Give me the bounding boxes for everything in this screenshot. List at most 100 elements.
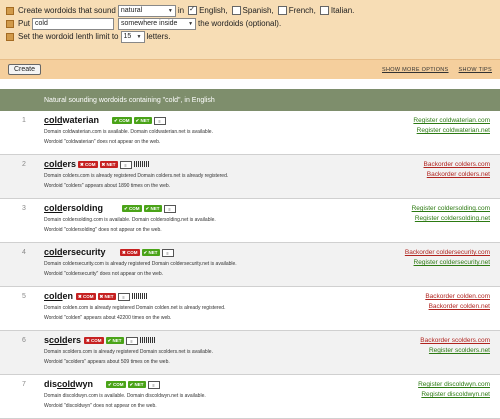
popularity-bars-icon	[131, 293, 147, 299]
net-action-link[interactable]: Register coldersolding.net	[412, 214, 490, 224]
create-button[interactable]: Create	[8, 64, 42, 75]
action-bar: Create SHOW MORE OPTIONS SHOW TIPS	[0, 59, 500, 79]
net-badge: ✔ NET	[141, 249, 160, 256]
net-action-link[interactable]: Register coldwaterian.net	[413, 126, 490, 136]
action-links: Backorder colden.com Backorder colden.net	[425, 292, 490, 312]
result-number: 3	[22, 205, 26, 212]
page-icon: ≡	[119, 161, 132, 169]
result-item: 6 scolders ✖ COM ✔ NET ≡ Domain scolders.com …	[0, 331, 500, 375]
domain-status: Domain scolders.com is already registere…	[44, 349, 213, 355]
net-badge: ✔ NET	[133, 117, 152, 124]
com-badge: ✖ COM	[76, 293, 96, 300]
result-word[interactable]: colders	[44, 159, 76, 169]
web-appearance: Wordoid "coldwaterian" does not appear o…	[44, 139, 161, 145]
row1-prefix: Create wordoids that sound	[18, 6, 116, 15]
com-badge: ✔ COM	[122, 205, 142, 212]
result-number: 1	[22, 117, 26, 124]
action-links: Backorder coldersecurity.com Register col…	[405, 248, 490, 268]
italian-checkbox[interactable]	[319, 6, 329, 15]
net-action-link[interactable]: Register discoldwyn.net	[418, 390, 490, 400]
row2-prefix: Put	[18, 19, 31, 28]
length-select[interactable]: 15 ▼	[120, 30, 145, 43]
word-input[interactable]: cold	[32, 17, 115, 30]
com-action-link[interactable]: Register coldwaterian.com	[413, 116, 490, 126]
action-links: Register coldersolding.com Register colde…	[412, 204, 490, 224]
page-icon: ≡	[163, 205, 176, 213]
result-word[interactable]: colden	[44, 291, 73, 301]
length-row: Set the wordoid lenth limit to 15 ▼ lette…	[6, 30, 494, 43]
page-icon: ≡	[125, 337, 138, 345]
web-appearance: Wordoid "discoldwyn" does not appear on …	[44, 403, 157, 409]
french-label: French,	[288, 6, 316, 15]
web-appearance: Wordoid "coldersolding" does not appear …	[44, 227, 162, 233]
options-panel: Create wordoids that sound natural▼ in E…	[0, 0, 500, 79]
com-action-link[interactable]: Backorder colders.com	[424, 160, 490, 170]
web-appearance: Wordoid "scolders" appears about 509 tim…	[44, 359, 170, 365]
italian-label: Italian.	[330, 6, 355, 15]
com-badge: ✖ COM	[84, 337, 104, 344]
net-action-link[interactable]: Register coldersecurity.net	[405, 258, 490, 268]
action-links: Register coldwaterian.com Register coldwa…	[413, 116, 490, 136]
french-checkbox[interactable]	[277, 6, 287, 15]
domain-status: Domain discoldwyn.com is available. Doma…	[44, 393, 206, 399]
result-number: 5	[22, 293, 26, 300]
result-item: 2 colders ✖ COM ✖ NET ≡ Domain colders.com is…	[0, 155, 500, 199]
net-action-link[interactable]: Register scolders.net	[420, 346, 490, 356]
domain-badges: ✔ COM ✔ NET ≡	[112, 117, 166, 125]
domain-badges: ✔ COM ✔ NET ≡	[122, 205, 176, 213]
result-word[interactable]: coldersecurity	[44, 247, 106, 257]
web-appearance: Wordoid "coldersecurity" does not appear…	[44, 271, 164, 277]
english-label: English,	[199, 6, 228, 15]
english-checkbox[interactable]	[188, 6, 198, 15]
domain-status: Domain colden.com is already registered …	[44, 305, 226, 311]
com-action-link[interactable]: Backorder scolders.com	[420, 336, 490, 346]
result-word[interactable]: scolders	[44, 335, 81, 345]
sound-row: Create wordoids that sound natural▼ in E…	[6, 4, 494, 17]
row3-prefix: Set the wordoid lenth limit to	[18, 32, 119, 41]
domain-badges: ✖ COM ✖ NET ≡	[78, 161, 149, 169]
com-action-link[interactable]: Register coldersolding.com	[412, 204, 490, 214]
show-more-options-link[interactable]: SHOW MORE OPTIONS	[382, 67, 449, 73]
action-links: Register discoldwyn.com Register discoldw…	[418, 380, 490, 400]
position-select[interactable]: somewhere inside ▼	[118, 17, 197, 30]
domain-badges: ✖ COM ✖ NET ≡	[76, 293, 147, 301]
com-action-link[interactable]: Backorder coldersecurity.com	[405, 248, 490, 258]
net-action-link[interactable]: Backorder colden.net	[425, 302, 490, 312]
net-badge: ✔ NET	[127, 381, 146, 388]
result-word[interactable]: coldwaterian	[44, 115, 99, 125]
com-action-link[interactable]: Register discoldwyn.com	[418, 380, 490, 390]
result-item: 3 coldersolding ✔ COM ✔ NET ≡ Domain colderso…	[0, 199, 500, 243]
page-icon: ≡	[161, 249, 174, 257]
word-row: Put cold somewhere inside ▼ the wordoids …	[6, 17, 494, 30]
results-list: 1 coldwaterian ✔ COM ✔ NET ≡ Domain coldwater…	[0, 111, 500, 419]
net-action-link[interactable]: Backorder colders.net	[424, 170, 490, 180]
popularity-bars-icon	[133, 161, 149, 167]
show-tips-link[interactable]: SHOW TIPS	[459, 67, 492, 73]
sound-select[interactable]: natural ▼	[117, 4, 176, 17]
com-badge: ✔ COM	[112, 117, 132, 124]
bullet-icon	[6, 19, 14, 28]
results-title: Natural sounding wordoids containing "co…	[44, 96, 215, 104]
com-badge: ✔ COM	[106, 381, 126, 388]
spanish-checkbox[interactable]	[231, 6, 241, 15]
result-word[interactable]: coldersolding	[44, 203, 103, 213]
domain-badges: ✔ COM ✔ NET ≡	[106, 381, 160, 389]
bullet-icon	[6, 6, 14, 15]
bullet-icon	[6, 32, 14, 41]
com-action-link[interactable]: Backorder colden.com	[425, 292, 490, 302]
com-badge: ✖ COM	[120, 249, 140, 256]
result-number: 6	[22, 337, 26, 344]
result-item: 1 coldwaterian ✔ COM ✔ NET ≡ Domain coldwater…	[0, 111, 500, 155]
spanish-label: Spanish,	[242, 6, 274, 15]
result-number: 4	[22, 249, 26, 256]
chevron-down-icon: ▼	[136, 33, 142, 40]
domain-status: Domain colders.com is already registered…	[44, 173, 229, 179]
result-number: 7	[22, 381, 26, 388]
result-word[interactable]: discoldwyn	[44, 379, 93, 389]
results-header: Natural sounding wordoids containing "co…	[0, 89, 500, 111]
chevron-down-icon: ▼	[167, 7, 173, 14]
in-label: in	[177, 6, 185, 15]
chevron-down-icon: ▼	[188, 20, 194, 27]
action-links: Backorder colders.com Backorder colders.n…	[424, 160, 490, 180]
net-badge: ✖ NET	[99, 161, 118, 168]
